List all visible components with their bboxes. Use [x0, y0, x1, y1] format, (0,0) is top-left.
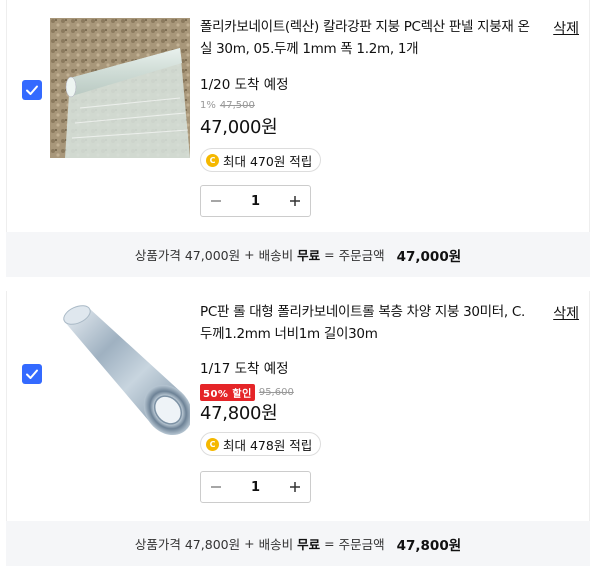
equals-sign: =	[324, 536, 335, 551]
product-title[interactable]: PC판 롤 대형 폴리카보네이트롤 복층 차양 지붕 30미터, C. 두께1.…	[200, 301, 540, 345]
coin-icon: C	[206, 153, 219, 167]
product-image[interactable]	[50, 18, 190, 158]
shipping-label: 배송비	[258, 537, 294, 552]
product-price-value: 47,000원	[184, 248, 241, 263]
minus-icon[interactable]	[201, 186, 231, 216]
quantity-stepper: 1	[200, 185, 311, 217]
cart-item-list: 폴리카보네이트(렉산) 칼라강판 지붕 PC렉산 판넬 지붕재 온실 30m, …	[0, 0, 596, 566]
original-price-row: 1% 47,500	[200, 100, 255, 111]
order-total-value: 47,000원	[396, 248, 462, 265]
reward-text: 최대 478원 적립	[223, 437, 313, 453]
product-price-value: 47,800원	[184, 537, 241, 552]
item-checkbox[interactable]	[22, 364, 42, 384]
cart-item: 폴리카보네이트(렉산) 칼라강판 지붕 PC렉산 판넬 지붕재 온실 30m, …	[6, 0, 590, 232]
coin-icon: C	[206, 437, 219, 451]
original-price: 95,600	[258, 387, 294, 398]
product-price-label: 상품가격	[134, 537, 181, 552]
shipping-value: 무료	[297, 248, 321, 263]
reward-badge: C 최대 478원 적립	[200, 432, 322, 456]
sale-price: 47,800원	[200, 403, 278, 424]
shipping-label: 배송비	[258, 248, 294, 263]
check-icon	[26, 85, 38, 95]
delete-button[interactable]: 삭제	[553, 18, 579, 38]
order-summary: 상품가격 47,000원 + 배송비 무료 = 주문금액 47,000원	[6, 232, 590, 277]
product-price-label: 상품가격	[134, 248, 181, 263]
delivery-date: 1/17 도착 예정	[200, 361, 289, 377]
delivery-date: 1/20 도착 예정	[200, 77, 289, 93]
item-checkbox[interactable]	[22, 80, 42, 100]
original-price: 47,500	[219, 100, 255, 111]
discount-rate: 1%	[200, 100, 216, 111]
item-divider	[0, 277, 596, 291]
cart-item: PC판 롤 대형 폴리카보네이트롤 복층 차양 지붕 30미터, C. 두께1.…	[6, 291, 590, 521]
reward-text: 최대 470원 적립	[223, 153, 313, 169]
minus-icon[interactable]	[201, 472, 231, 502]
check-icon	[26, 369, 38, 379]
equals-sign: =	[324, 247, 335, 262]
sale-price: 47,000원	[200, 117, 278, 138]
plus-sign: +	[244, 247, 255, 262]
quantity-value[interactable]: 1	[231, 480, 280, 495]
order-total-value: 47,800원	[396, 537, 462, 554]
plus-icon[interactable]	[280, 186, 310, 216]
order-summary: 상품가격 47,800원 + 배송비 무료 = 주문금액 47,800원	[6, 521, 590, 566]
order-total-label: 주문금액	[338, 537, 385, 552]
quantity-stepper: 1	[200, 471, 311, 503]
reward-badge: C 최대 470원 적립	[200, 148, 322, 172]
shipping-value: 무료	[297, 537, 321, 552]
delete-button[interactable]: 삭제	[553, 303, 579, 323]
plus-icon[interactable]	[280, 472, 310, 502]
product-image[interactable]	[50, 301, 190, 441]
product-title[interactable]: 폴리카보네이트(렉산) 칼라강판 지붕 PC렉산 판넬 지붕재 온실 30m, …	[200, 16, 540, 60]
plus-sign: +	[244, 536, 255, 551]
quantity-value[interactable]: 1	[231, 194, 280, 209]
order-total-label: 주문금액	[338, 248, 385, 263]
